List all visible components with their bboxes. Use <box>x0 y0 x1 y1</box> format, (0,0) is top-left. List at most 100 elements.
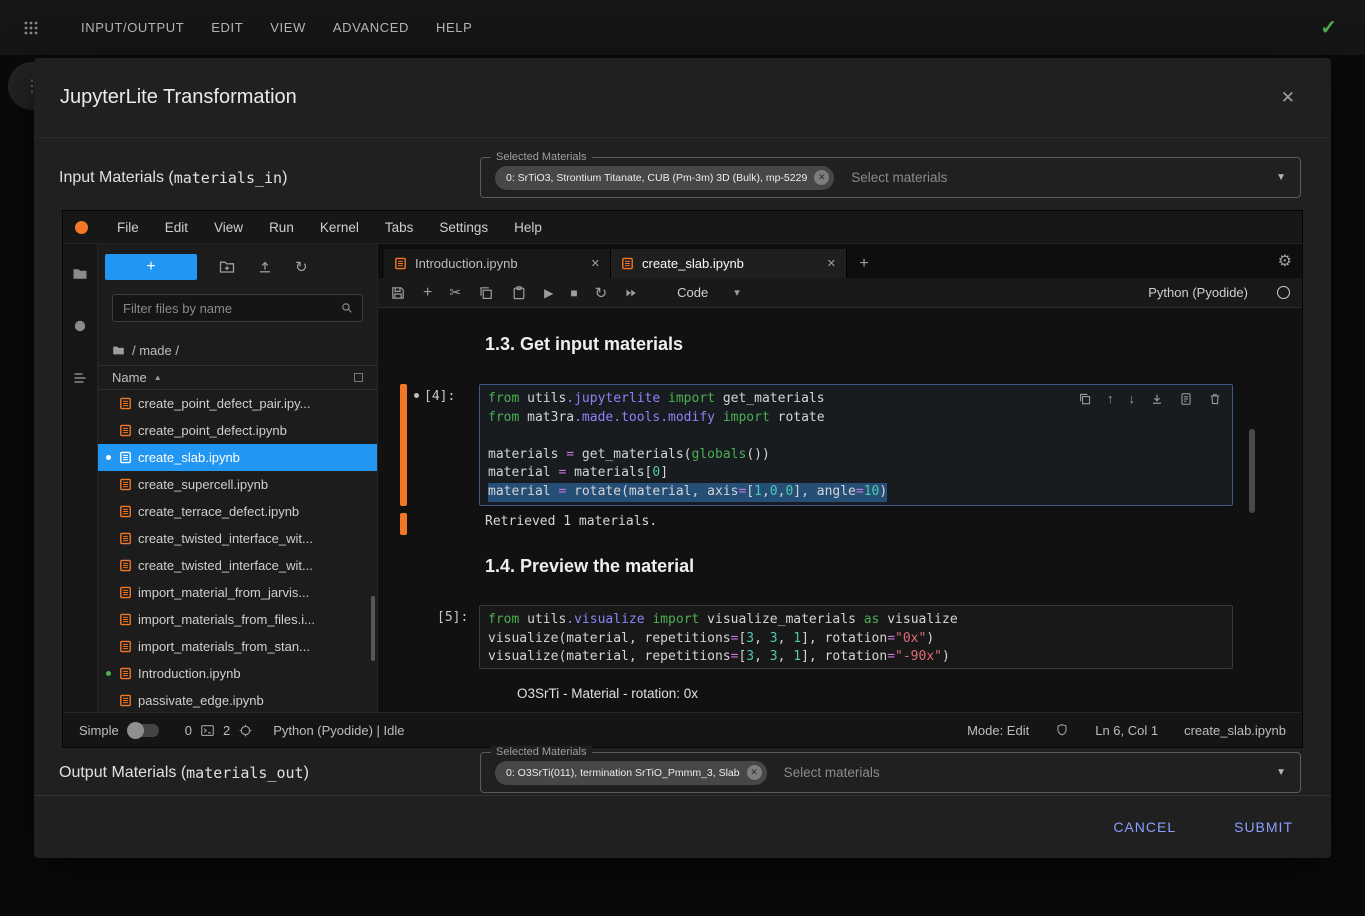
move-down-icon[interactable]: ↓ <box>1129 391 1136 406</box>
cell-prompt: [5]: <box>437 610 468 625</box>
paste-icon[interactable] <box>511 285 527 301</box>
code-cell-4[interactable]: from utils.jupyterlite import get_materi… <box>479 384 1233 506</box>
tab-introduction[interactable]: Introduction.ipynb ✕ <box>384 249 611 278</box>
mode-indicator[interactable]: Mode: Edit <box>967 723 1029 738</box>
duplicate-cell-icon[interactable] <box>1078 391 1092 406</box>
cell-output: Retrieved 1 materials. <box>485 514 657 529</box>
input-materials-select[interactable]: Selected Materials 0: SrTiO3, Strontium … <box>480 157 1301 198</box>
file-item[interactable]: create_twisted_interface_wit... <box>98 552 377 579</box>
delete-cell-icon[interactable] <box>1208 391 1222 406</box>
chip-delete-icon[interactable]: ✕ <box>814 170 829 185</box>
file-item-open[interactable]: Introduction.ipynb <box>98 660 377 687</box>
jupyterlite-transformation-dialog: JupyterLite Transformation ✕ Input Mater… <box>34 58 1331 858</box>
cell-collapser[interactable] <box>400 384 407 506</box>
cursor-position[interactable]: Ln 6, Col 1 <box>1095 723 1158 738</box>
file-browser-icon[interactable] <box>72 266 88 282</box>
file-item[interactable]: create_twisted_interface_wit... <box>98 525 377 552</box>
kernel-count: 2 <box>223 723 230 738</box>
tab-close-icon[interactable]: ✕ <box>827 257 836 270</box>
table-of-contents-icon[interactable] <box>72 370 88 386</box>
file-item[interactable]: passivate_edge.ipynb <box>98 687 377 712</box>
save-icon[interactable] <box>390 285 406 301</box>
kernel-status-text[interactable]: Python (Pyodide) | Idle <box>273 723 404 738</box>
insert-cell-icon[interactable]: + <box>423 284 432 302</box>
output-materials-label: Output Materials (materials_out) <box>59 752 309 793</box>
jl-menu-help[interactable]: Help <box>501 220 555 235</box>
new-tab-icon[interactable]: + <box>847 249 881 278</box>
cut-icon[interactable]: ✂ <box>449 284 461 301</box>
close-icon[interactable]: ✕ <box>1271 84 1305 112</box>
cell-code[interactable]: from utils.visualize import visualize_ma… <box>480 606 1232 672</box>
cancel-button[interactable]: CANCEL <box>1107 818 1182 836</box>
kernel-name[interactable]: Python (Pyodide) <box>1148 285 1248 300</box>
upload-icon[interactable] <box>257 259 273 275</box>
notebook-icon <box>119 640 132 653</box>
material-chip[interactable]: 0: SrTiO3, Strontium Titanate, CUB (Pm-3… <box>495 166 834 190</box>
jl-menu-view[interactable]: View <box>201 220 256 235</box>
name-column-header[interactable]: Name ▲ <box>98 365 377 390</box>
new-folder-icon[interactable] <box>219 259 235 275</box>
jl-menu-kernel[interactable]: Kernel <box>307 220 372 235</box>
confirm-check-icon[interactable]: ✓ <box>1320 15 1337 40</box>
chip-delete-icon[interactable]: ✕ <box>747 765 762 780</box>
trust-shield-icon[interactable] <box>1055 723 1069 737</box>
jl-menu-run[interactable]: Run <box>256 220 307 235</box>
simple-mode-toggle[interactable] <box>129 724 159 737</box>
material-chip[interactable]: 0: O3SrTi(011), termination SrTiO_Pmmm_3… <box>495 761 767 785</box>
notebook-scrollbar[interactable] <box>1249 429 1255 513</box>
menu-advanced[interactable]: ADVANCED <box>333 20 409 35</box>
cell-prompt: [4]: <box>424 389 455 404</box>
app-menu: INPUT/OUTPUT EDIT VIEW ADVANCED HELP <box>81 20 472 35</box>
restart-run-all-icon[interactable] <box>624 286 638 300</box>
kernel-sessions-icon[interactable] <box>238 723 253 738</box>
jl-menu-file[interactable]: File <box>104 220 152 235</box>
column-toggle-icon[interactable] <box>354 373 363 382</box>
file-item[interactable]: create_point_defect_pair.ipy... <box>98 390 377 417</box>
output-collapser[interactable] <box>400 513 407 535</box>
file-item[interactable]: import_materials_from_files.i... <box>98 606 377 633</box>
file-item[interactable]: create_point_defect.ipynb <box>98 417 377 444</box>
running-kernels-icon[interactable] <box>72 318 88 334</box>
file-item[interactable]: import_materials_from_stan... <box>98 633 377 660</box>
code-cell-5[interactable]: from utils.visualize import visualize_ma… <box>479 605 1233 669</box>
input-materials-row: Input Materials (materials_in) Selected … <box>34 157 1331 198</box>
new-launcher-button[interactable]: + <box>105 254 197 280</box>
stop-icon[interactable]: ■ <box>570 286 577 300</box>
jl-menu-edit[interactable]: Edit <box>152 220 201 235</box>
jl-menu-tabs[interactable]: Tabs <box>372 220 427 235</box>
terminal-icon[interactable] <box>200 723 215 738</box>
restart-kernel-icon[interactable]: ↻ <box>595 284 608 302</box>
export-cell-icon[interactable] <box>1179 391 1193 406</box>
file-item-selected[interactable]: create_slab.ipynb <box>98 444 377 471</box>
menu-edit[interactable]: EDIT <box>211 20 243 35</box>
dropdown-caret-icon[interactable]: ▼ <box>1276 172 1286 183</box>
notebook-icon <box>621 257 634 270</box>
jl-menu-settings[interactable]: Settings <box>426 220 501 235</box>
apps-grid-icon[interactable] <box>23 20 39 36</box>
gear-icon[interactable]: ⚙ <box>1278 251 1292 271</box>
notebook-icon <box>119 451 132 464</box>
refresh-icon[interactable]: ↻ <box>295 258 308 276</box>
file-item[interactable]: create_terrace_defect.ipynb <box>98 498 377 525</box>
copy-icon[interactable] <box>478 285 494 301</box>
menu-view[interactable]: VIEW <box>270 20 306 35</box>
output-materials-select[interactable]: Selected Materials 0: O3SrTi(011), termi… <box>480 752 1301 793</box>
file-list-scrollbar[interactable] <box>371 596 375 661</box>
tab-create-slab[interactable]: create_slab.ipynb ✕ <box>611 249 847 278</box>
move-up-icon[interactable]: ↑ <box>1107 391 1114 406</box>
menu-help[interactable]: HELP <box>436 20 472 35</box>
menu-input-output[interactable]: INPUT/OUTPUT <box>81 20 184 35</box>
jupyter-status-bar: Simple 0 2 Python (Pyodide) | Idle Mode:… <box>63 712 1302 747</box>
file-item[interactable]: import_material_from_jarvis... <box>98 579 377 606</box>
filter-files-input[interactable] <box>121 300 340 317</box>
insert-below-icon[interactable] <box>1150 391 1164 406</box>
file-filter <box>112 294 363 322</box>
tab-close-icon[interactable]: ✕ <box>591 257 600 270</box>
file-item[interactable]: create_supercell.ipynb <box>98 471 377 498</box>
kernel-status-icon[interactable] <box>1277 286 1290 299</box>
dropdown-caret-icon[interactable]: ▼ <box>1276 767 1286 778</box>
run-icon[interactable]: ▶ <box>544 286 553 300</box>
cell-type-dropdown[interactable]: Code ▾ <box>677 285 740 300</box>
submit-button[interactable]: SUBMIT <box>1228 818 1299 836</box>
breadcrumb[interactable]: / made / <box>112 342 363 358</box>
